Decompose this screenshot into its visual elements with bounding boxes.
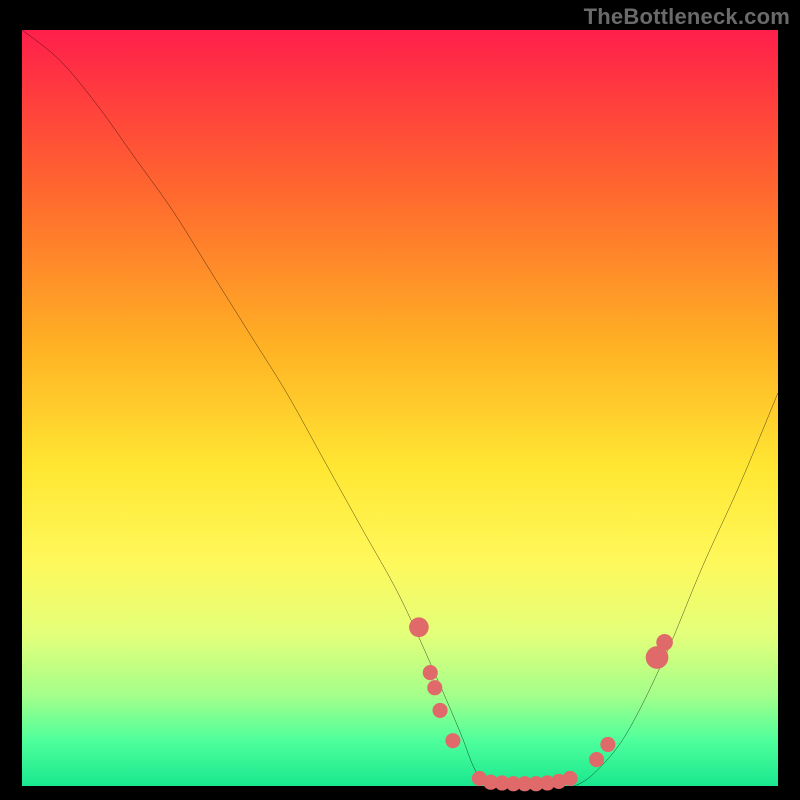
data-marker: [600, 737, 615, 752]
data-marker: [409, 617, 429, 637]
data-marker: [427, 680, 442, 695]
data-marker: [563, 771, 578, 786]
bottleneck-curve-path: [22, 30, 778, 787]
data-marker: [423, 665, 438, 680]
data-marker: [445, 733, 460, 748]
bottleneck-curve-svg: [22, 30, 778, 786]
data-marker: [589, 752, 604, 767]
data-marker: [656, 634, 673, 651]
chart-frame: TheBottleneck.com: [0, 0, 800, 800]
plot-area: [22, 30, 778, 786]
watermark-text: TheBottleneck.com: [584, 4, 790, 30]
marker-group: [409, 617, 673, 791]
data-marker: [433, 703, 448, 718]
